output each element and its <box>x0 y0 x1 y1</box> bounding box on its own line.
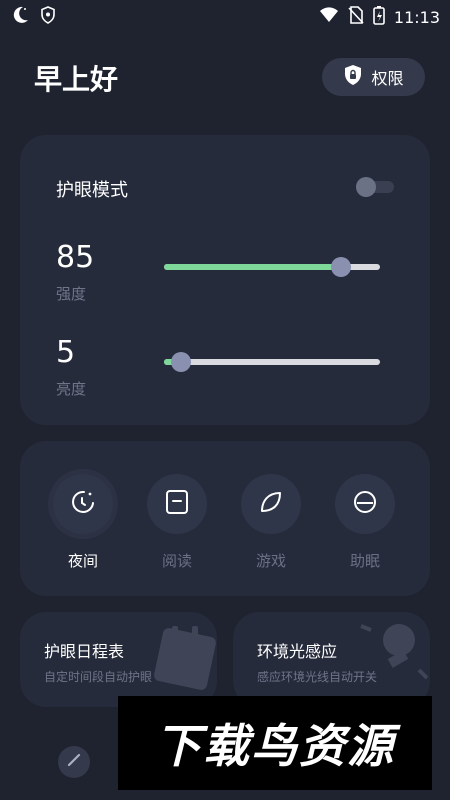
status-bar: 11:13 <box>0 0 450 32</box>
mode-game[interactable]: 游戏 <box>241 474 301 574</box>
schedule-desc: 自定时间段自动护眼 <box>44 670 153 684</box>
leaf-icon <box>258 489 284 519</box>
permission-label: 权限 <box>371 69 404 88</box>
shield-lock-icon <box>343 64 363 90</box>
clock-time: 11:13 <box>393 7 440 27</box>
ambient-title: 环境光感应 <box>257 642 338 661</box>
slider-fill <box>164 264 342 270</box>
mode-sleep-label: 助眠 <box>349 552 380 570</box>
slider-track <box>164 359 380 365</box>
strength-value: 85 <box>56 240 95 275</box>
greeting-title: 早上好 <box>34 63 119 96</box>
slider-thumb[interactable] <box>331 257 352 277</box>
mode-sleep[interactable]: 助眠 <box>335 474 395 574</box>
mode-reading[interactable]: 阅读 <box>147 474 207 574</box>
mode-night[interactable]: 夜间 <box>53 474 113 574</box>
mode-reading-circle <box>147 474 207 534</box>
shield-small-icon <box>40 6 56 28</box>
mode-game-circle <box>241 474 301 534</box>
mode-night-circle <box>53 474 113 534</box>
toggle-knob <box>356 177 376 197</box>
calendar-decor-icon <box>150 622 217 696</box>
ambient-card[interactable]: 环境光感应 感应环境光线自动开关 <box>233 612 430 707</box>
mode-night-label: 夜间 <box>67 552 98 570</box>
ambient-desc: 感应环境光线自动开关 <box>257 670 378 684</box>
schedule-card[interactable]: 护眼日程表 自定时间段自动护眼 <box>20 612 217 707</box>
schedule-title: 护眼日程表 <box>44 642 125 661</box>
brightness-slider[interactable] <box>164 350 380 374</box>
brightness-value: 5 <box>56 335 76 370</box>
permission-button[interactable]: 权限 <box>322 58 425 96</box>
slider-thumb[interactable] <box>171 352 192 372</box>
strength-slider[interactable] <box>164 255 380 279</box>
sleep-icon <box>352 489 378 519</box>
brightness-label: 亮度 <box>56 380 87 398</box>
no-sim-icon <box>348 6 364 28</box>
strength-label: 强度 <box>56 285 87 303</box>
moon-clock-icon <box>70 489 96 519</box>
watermark-banner: 下载鸟资源 <box>118 696 432 790</box>
moon-icon <box>10 5 30 29</box>
eye-care-title: 护眼模式 <box>56 180 128 201</box>
mode-sleep-circle <box>335 474 395 534</box>
book-icon <box>165 489 189 519</box>
wifi-icon <box>319 6 339 28</box>
battery-charging-icon <box>373 5 385 29</box>
mode-reading-label: 阅读 <box>161 552 192 570</box>
pencil-icon <box>66 752 82 772</box>
edit-button[interactable] <box>58 746 90 778</box>
mode-game-label: 游戏 <box>255 552 286 570</box>
eye-care-toggle[interactable] <box>356 177 394 197</box>
